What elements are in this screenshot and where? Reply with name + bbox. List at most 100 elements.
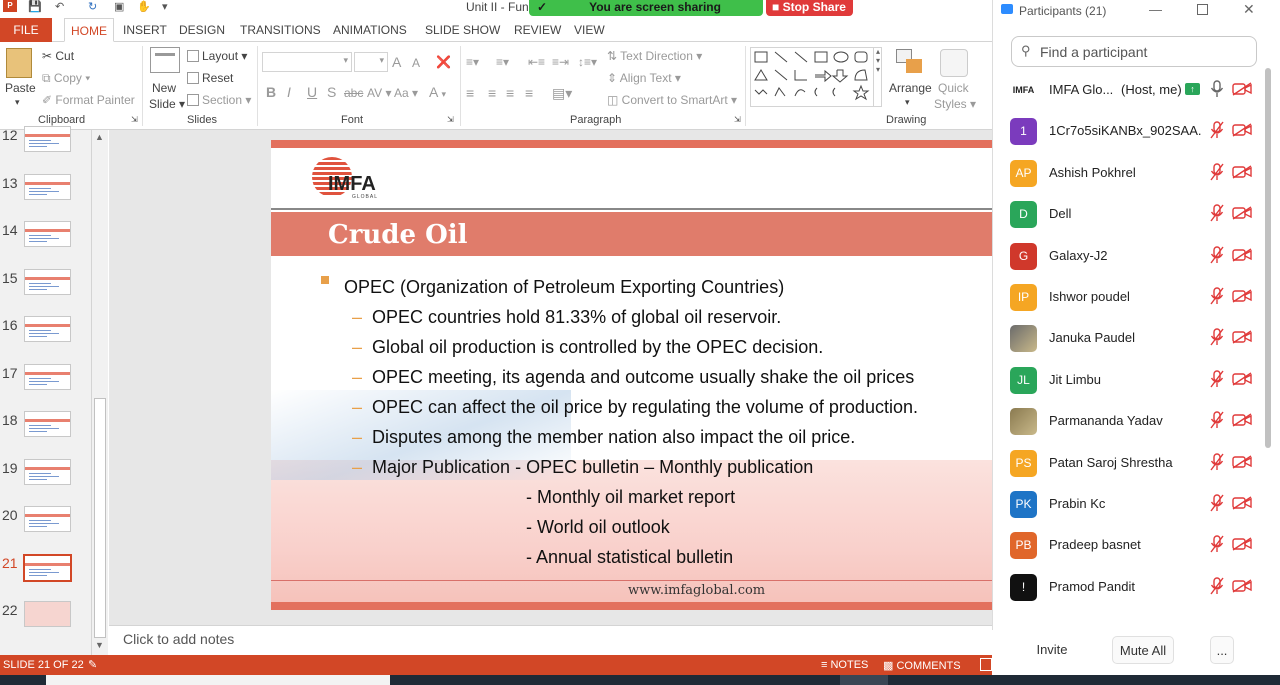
scroll-up-icon[interactable]: ▲ — [95, 132, 104, 142]
microphone-muted-icon[interactable] — [1210, 577, 1224, 595]
slide-thumbnail[interactable] — [24, 506, 71, 532]
cut-button[interactable]: ✂ Cut — [42, 49, 74, 63]
align-right-icon[interactable]: ≡ — [506, 85, 514, 101]
save-icon[interactable]: 💾 — [28, 0, 42, 13]
character-spacing-button[interactable]: AV ▾ — [367, 86, 391, 100]
video-off-icon[interactable] — [1232, 537, 1252, 551]
italic-button[interactable]: I — [287, 84, 291, 100]
slide-thumbnail[interactable] — [23, 553, 72, 582]
scroll-down-icon[interactable]: ▼ — [95, 640, 104, 650]
tab-design[interactable]: DESIGN — [179, 18, 225, 42]
slide-thumbnail[interactable] — [24, 316, 71, 342]
notes-toggle[interactable]: ≡ NOTES — [821, 659, 868, 671]
participant-row[interactable]: AP Ashish Pokhrel — [1010, 157, 1260, 193]
video-off-icon[interactable] — [1232, 372, 1252, 386]
convert-smartart-button[interactable]: ◫ Convert to SmartArt ▾ — [607, 93, 737, 107]
video-off-icon[interactable] — [1232, 123, 1252, 137]
slide-thumbnail[interactable] — [24, 363, 71, 390]
find-participant-input[interactable]: ⚲ Find a participant — [1011, 36, 1257, 67]
shapes-gallery[interactable] — [750, 47, 882, 107]
tab-slide-show[interactable]: SLIDE SHOW — [425, 18, 500, 42]
font-size-select[interactable]: ▾ — [354, 52, 388, 72]
quick-styles-icon[interactable] — [940, 49, 968, 77]
slide-thumbnail[interactable] — [24, 268, 71, 295]
text-direction-button[interactable]: ⇅ Text Direction ▾ — [607, 49, 702, 63]
format-painter-button[interactable]: ✐ Format Painter — [42, 93, 135, 107]
redo-icon[interactable]: ↻ — [88, 0, 97, 13]
video-off-icon[interactable] — [1232, 82, 1252, 96]
participant-row[interactable]: G Galaxy-J2 — [1010, 240, 1260, 276]
microphone-muted-icon[interactable] — [1210, 452, 1224, 471]
tab-insert[interactable]: INSERT — [123, 18, 167, 42]
tab-transitions[interactable]: TRANSITIONS — [240, 18, 321, 42]
maximize-icon[interactable] — [1197, 4, 1208, 15]
participant-row[interactable]: Januka Paudel — [1010, 322, 1260, 358]
shapes-scroll[interactable]: ▴ ▾ ▾ — [873, 47, 882, 107]
paste-dropdown-icon[interactable]: ▾ — [15, 97, 20, 108]
quick-styles-button[interactable]: Quick — [938, 81, 969, 95]
arrange-icon[interactable] — [896, 49, 926, 77]
video-off-icon[interactable] — [1232, 413, 1252, 427]
slide-thumbnail[interactable] — [24, 601, 71, 627]
section-button[interactable]: Section ▾ — [187, 93, 251, 107]
normal-view-icon[interactable] — [980, 658, 992, 671]
microphone-muted-icon[interactable] — [1210, 245, 1224, 264]
stop-share-button[interactable]: ■ Stop Share — [766, 0, 853, 16]
increase-indent-icon[interactable]: ≡⇥ — [552, 55, 569, 69]
mute-all-button[interactable]: Mute All — [1112, 636, 1174, 664]
touch-mode-icon[interactable]: ✋ — [137, 0, 151, 13]
numbering-button[interactable]: ≡▾ — [496, 55, 509, 69]
comments-toggle[interactable]: ▩ COMMENTS — [883, 659, 961, 672]
paste-icon[interactable] — [6, 48, 32, 78]
microphone-muted-icon[interactable] — [1210, 328, 1224, 346]
shadow-button[interactable]: S — [327, 84, 336, 100]
microphone-muted-icon[interactable] — [1210, 287, 1224, 305]
start-slideshow-icon[interactable]: ▣ — [114, 0, 124, 13]
microphone-muted-icon[interactable] — [1210, 204, 1224, 222]
microphone-muted-icon[interactable] — [1210, 535, 1224, 553]
participant-row[interactable]: JL Jit Limbu — [1010, 364, 1260, 400]
clear-formatting-icon[interactable]: ❌ — [436, 55, 451, 69]
scroll-thumb[interactable] — [94, 398, 106, 638]
font-color-button[interactable]: A ▾ — [429, 84, 446, 100]
close-icon[interactable]: ✕ — [1243, 1, 1255, 18]
slide-thumbnail[interactable] — [24, 126, 71, 152]
participant-row[interactable]: IP Ishwor poudel — [1010, 281, 1260, 317]
microphone-muted-icon[interactable] — [1210, 411, 1224, 429]
customize-toolbar-icon[interactable]: ▾ — [162, 0, 168, 13]
spell-check-icon[interactable]: ✎ — [88, 658, 97, 671]
justify-icon[interactable]: ≡ — [525, 85, 533, 101]
minimize-icon[interactable]: — — [1149, 2, 1162, 17]
notes-pane[interactable]: Click to add notes — [109, 625, 992, 655]
decrease-font-button[interactable]: A — [412, 56, 420, 70]
tab-animations[interactable]: ANIMATIONS — [333, 18, 407, 42]
participant-row[interactable]: IMFA IMFA Glo... (Host, me) ↑ — [1010, 74, 1260, 110]
participant-row[interactable]: Parmananda Yadav — [1010, 405, 1260, 441]
change-case-button[interactable]: Aa ▾ — [394, 86, 418, 100]
font-launcher-icon[interactable]: ⇲ — [447, 115, 454, 124]
increase-font-button[interactable]: A — [392, 54, 401, 70]
video-off-icon[interactable] — [1232, 455, 1252, 469]
paragraph-launcher-icon[interactable]: ⇲ — [734, 115, 741, 124]
align-text-button[interactable]: ⇕ Align Text ▾ — [607, 71, 681, 85]
microphone-muted-icon[interactable] — [1210, 370, 1224, 388]
participant-row[interactable]: 1 1Cr7o5siKANBx_902SAA... — [1010, 115, 1260, 151]
strikethrough-button[interactable]: abc — [344, 86, 363, 100]
video-off-icon[interactable] — [1232, 248, 1252, 262]
participants-scrollbar[interactable] — [1265, 68, 1271, 448]
microphone-icon[interactable] — [1210, 80, 1224, 98]
align-center-icon[interactable]: ≡ — [488, 85, 496, 101]
slide-thumbnail[interactable] — [24, 221, 71, 247]
columns-icon[interactable]: ▤▾ — [552, 85, 572, 102]
microphone-muted-icon[interactable] — [1210, 494, 1224, 512]
video-off-icon[interactable] — [1232, 289, 1252, 303]
arrange-dropdown-icon[interactable]: ▾ — [905, 97, 910, 108]
participant-row[interactable]: D Dell — [1010, 198, 1260, 234]
video-off-icon[interactable] — [1232, 165, 1252, 179]
reset-button[interactable]: Reset — [187, 71, 233, 85]
align-left-icon[interactable]: ≡ — [466, 85, 474, 101]
copy-button[interactable]: ⧉ Copy ▾ — [42, 71, 90, 86]
taskbar-app[interactable] — [840, 675, 888, 685]
arrange-button[interactable]: Arrange — [889, 81, 932, 95]
participant-row[interactable]: PS Patan Saroj Shrestha — [1010, 447, 1260, 483]
